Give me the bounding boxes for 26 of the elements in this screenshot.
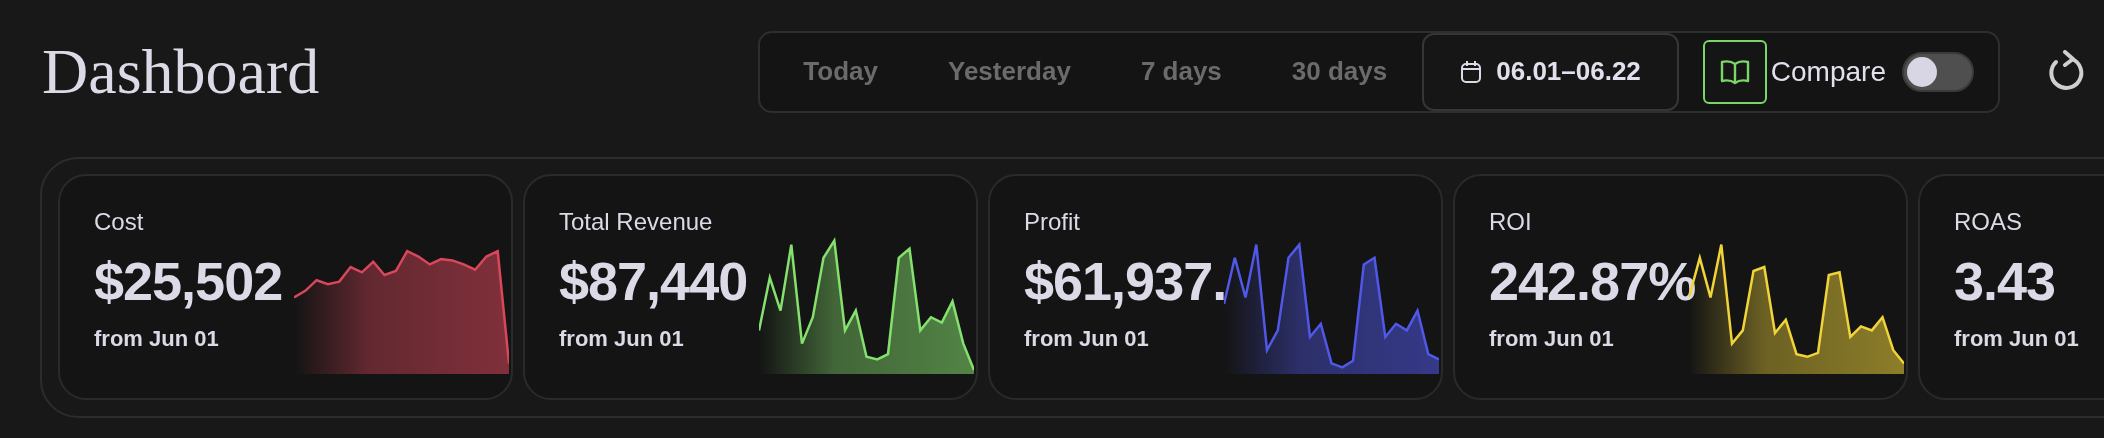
range-tab[interactable]: Today xyxy=(768,32,913,111)
metric-value: 3.43 xyxy=(1954,250,2057,312)
range-tab[interactable]: 7 days xyxy=(1105,32,1257,111)
metric-note: from Jun 01 xyxy=(1489,326,1615,352)
date-range-button[interactable]: 06.01–06.22 xyxy=(1422,32,1679,111)
metric-title: Profit xyxy=(1024,208,1081,236)
metric-title: ROI xyxy=(1489,208,1533,236)
metric-note: from Jun 01 xyxy=(1024,326,1150,352)
metric-value: 242.87% xyxy=(1489,250,1697,312)
metric-note: from Jun 01 xyxy=(1954,326,2080,352)
metric-note: from Jun 01 xyxy=(94,326,220,352)
metric-value: $87,440 xyxy=(559,250,749,312)
metric-title: ROAS xyxy=(1954,208,2023,236)
book-icon xyxy=(1719,57,1750,86)
metric-title: Cost xyxy=(94,208,145,236)
metric-title: Total Revenue xyxy=(559,208,714,236)
compare-label: Compare xyxy=(1770,55,1886,88)
metric-value: $61,937. xyxy=(1024,250,1228,312)
page-title: Dashboard xyxy=(42,34,320,109)
calendar-icon xyxy=(1460,59,1483,84)
metric-note: from Jun 01 xyxy=(559,326,685,352)
book-button[interactable] xyxy=(1702,39,1767,104)
compare-toggle[interactable] xyxy=(1902,51,1974,92)
range-tab[interactable]: Yesterday xyxy=(913,32,1106,111)
metric-value: $25,502 xyxy=(94,250,284,312)
range-tab[interactable]: 30 days xyxy=(1256,32,1423,111)
